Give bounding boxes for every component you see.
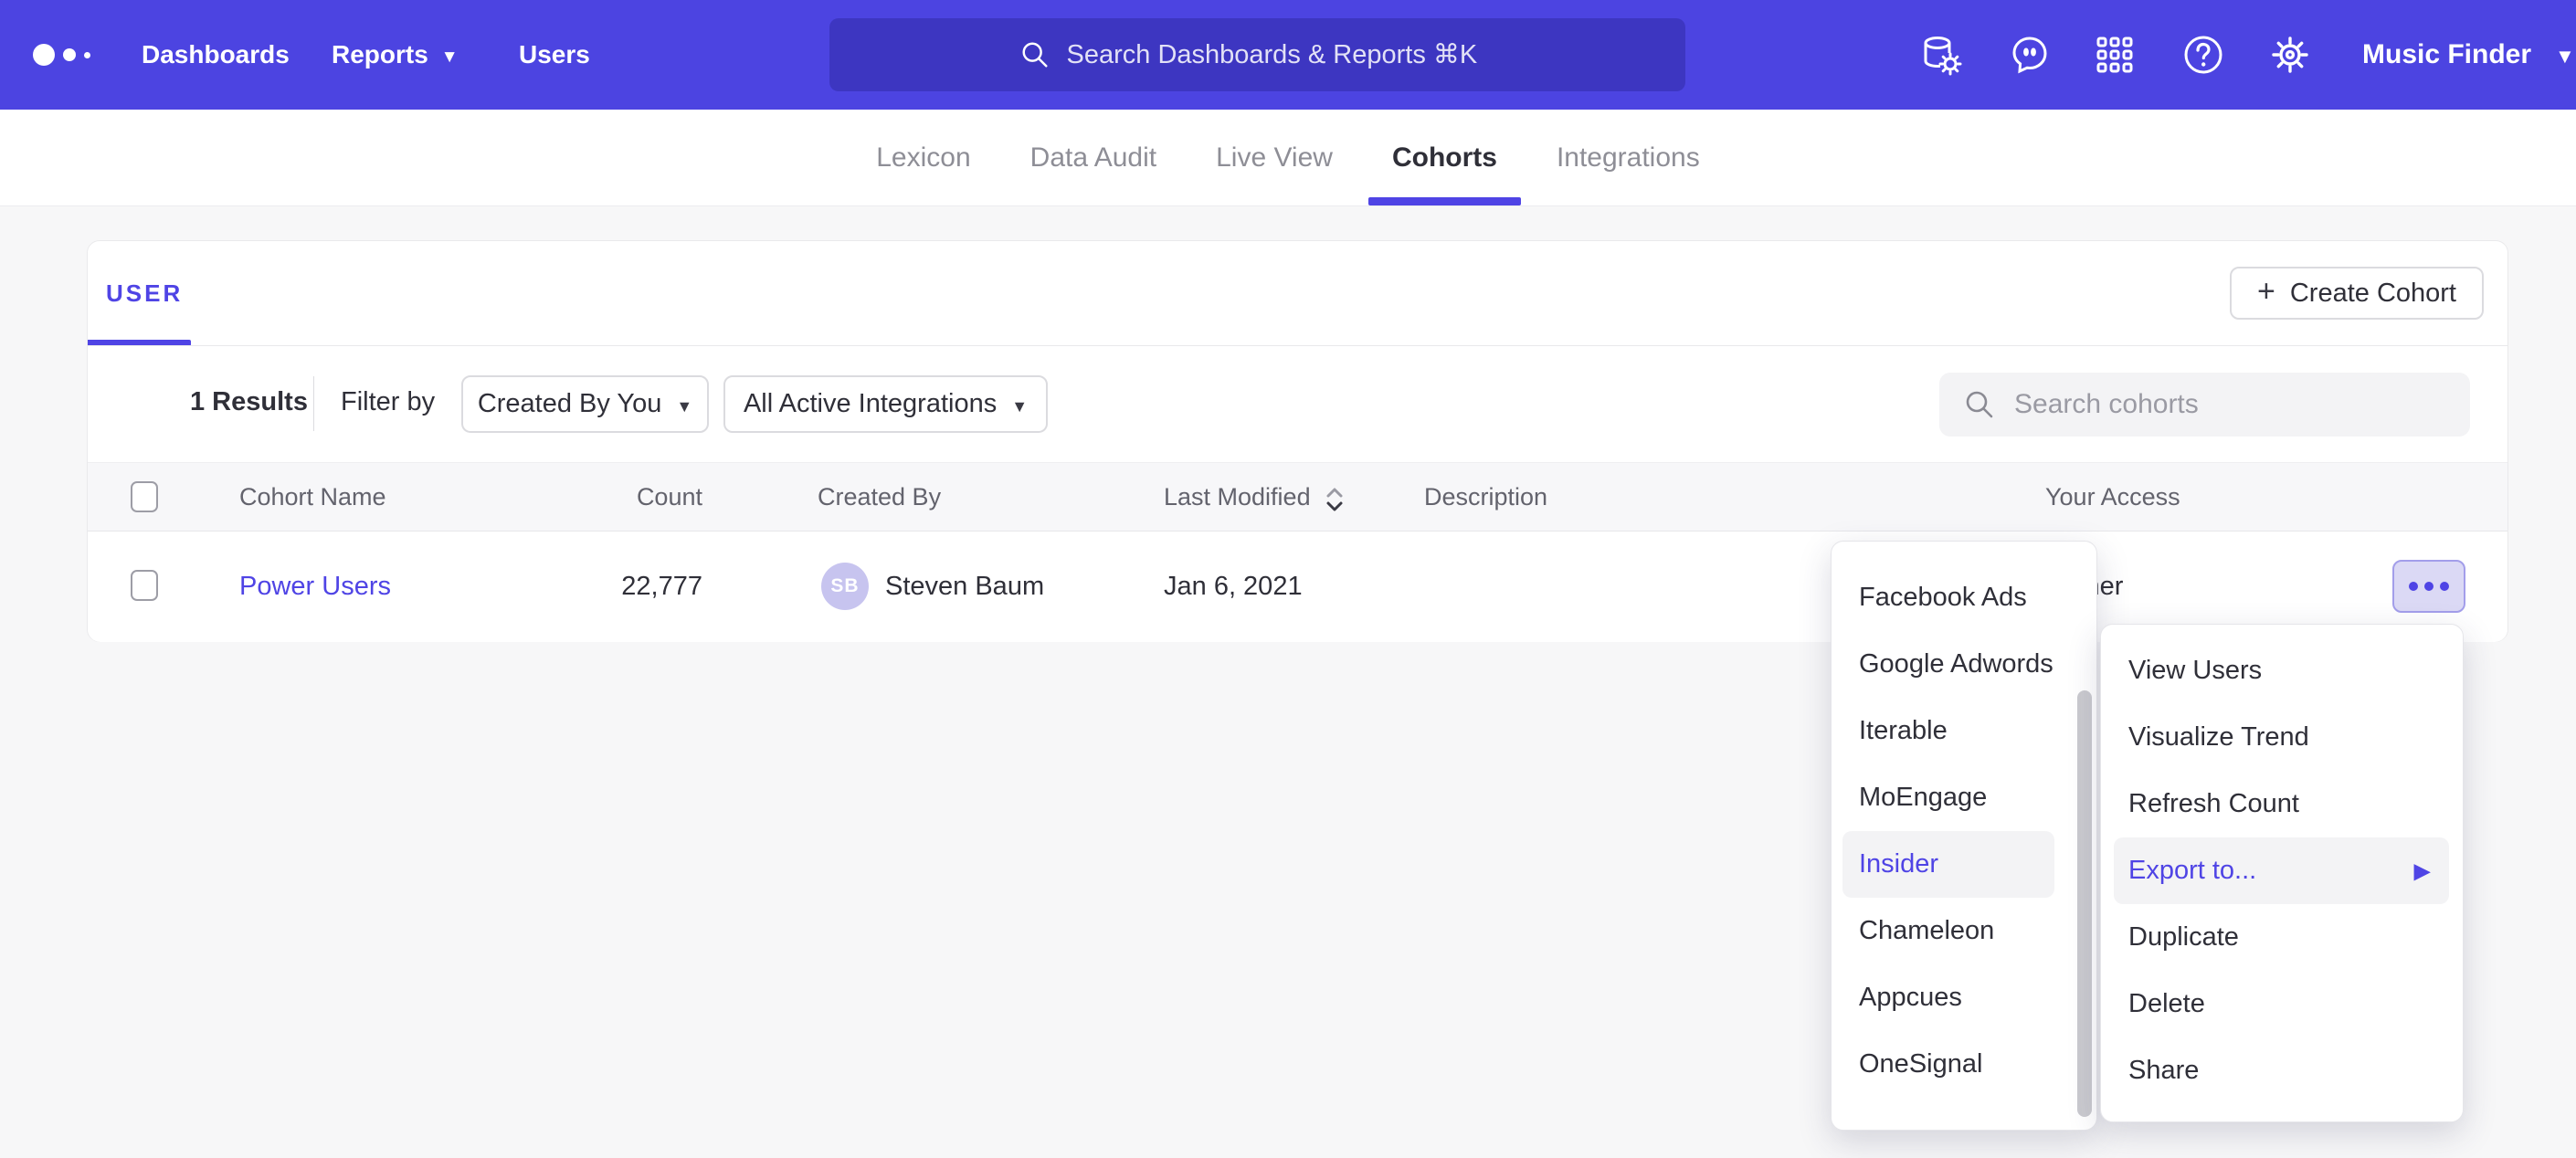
global-search-input[interactable] [1067,40,1496,70]
menu-item-chameleon[interactable]: Chameleon [1832,898,2096,964]
menu-item-view-users[interactable]: View Users [2101,637,2463,704]
top-navigation: Dashboards Reports ▼ Users [0,0,2576,110]
menu-item-appcues[interactable]: Appcues [1832,964,2096,1031]
caret-down-icon: ▼ [676,398,692,415]
filter-by-label: Filter by [341,387,435,417]
select-all-checkbox[interactable] [131,481,158,512]
menu-item-duplicate[interactable]: Duplicate [2101,904,2463,971]
column-created-by: Created By [818,483,941,511]
dot-icon [2409,582,2418,591]
global-search-bar[interactable] [829,18,1685,91]
divider [313,376,314,431]
search-icon [1019,39,1050,70]
tab-user-cohorts[interactable]: USER [106,241,183,345]
menu-item-facebook-ads[interactable]: Facebook Ads [1832,564,2096,631]
cohorts-panel: USER + Create Cohort 1 Results Filter by… [87,240,2508,642]
tab-lexicon[interactable]: Lexicon [852,110,994,205]
column-count: Count [637,483,702,511]
row-checkbox[interactable] [131,570,158,601]
sort-icon[interactable] [1323,485,1346,519]
export-destinations-submenu: Braze Facebook Ads Google Adwords Iterab… [1831,541,2097,1131]
feedback-icon[interactable] [2008,33,2052,77]
menu-item-refresh-count[interactable]: Refresh Count [2101,771,2463,837]
filter-created-by-dropdown[interactable]: Created By You ▼ [461,375,709,433]
caret-down-icon: ▼ [1011,398,1028,415]
menu-item-iterable[interactable]: Iterable [1832,698,2096,764]
cohort-count: 22,777 [621,572,702,602]
results-count: 1 Results [190,387,308,417]
active-tab-underline [1368,197,1521,205]
cohort-search-input[interactable] [2014,389,2453,420]
mixpanel-logo-icon[interactable] [33,0,90,110]
row-more-actions-button[interactable] [2392,560,2465,613]
caret-down-icon: ▼ [2555,47,2575,67]
column-description: Description [1424,483,1547,511]
submenu-scrollbar[interactable] [2077,690,2092,1117]
menu-item-export-to[interactable]: Export to... ▶ [2114,837,2449,904]
submenu-arrow-icon: ▶ [2414,858,2431,884]
menu-item-onesignal[interactable]: OneSignal [1832,1031,2096,1098]
search-icon [1963,388,1996,421]
column-your-access: Your Access [2045,483,2180,511]
section-tabs: Lexicon Data Audit Live View Cohorts Int… [0,110,2576,206]
avatar: SB [821,563,869,610]
column-cohort-name: Cohort Name [239,483,386,511]
menu-item-delete[interactable]: Delete [2101,971,2463,1037]
plus-icon: + [2257,276,2275,307]
nav-item-dashboards[interactable]: Dashboards [142,0,290,110]
table-header: Cohort Name Count Created By Last Modifi… [88,462,2507,532]
caret-down-icon: ▼ [441,48,459,66]
settings-gear-icon[interactable] [2268,33,2312,77]
nav-item-users[interactable]: Users [519,0,590,110]
menu-item-share[interactable]: Share [2101,1037,2463,1104]
menu-item-braze[interactable]: Braze [1832,541,2096,564]
project-switcher[interactable]: Music Finder ▼ [2362,0,2575,110]
create-cohort-button[interactable]: + Create Cohort [2230,267,2484,320]
last-modified-date: Jan 6, 2021 [1164,572,1303,602]
menu-item-moengage[interactable]: MoEngage [1832,764,2096,831]
cohort-search-bar[interactable] [1939,373,2470,437]
tab-cohorts[interactable]: Cohorts [1368,110,1521,205]
nav-item-reports[interactable]: Reports ▼ [332,0,459,110]
filter-integrations-dropdown[interactable]: All Active Integrations ▼ [723,375,1048,433]
tab-live-view[interactable]: Live View [1192,110,1357,205]
cohort-actions-menu: View Users Visualize Trend Refresh Count… [2100,624,2464,1122]
dot-icon [2440,582,2449,591]
data-settings-icon[interactable] [1918,33,1962,77]
tab-integrations[interactable]: Integrations [1533,110,1724,205]
menu-item-insider[interactable]: Insider [1842,831,2054,898]
cohort-name-link[interactable]: Power Users [239,572,391,602]
created-by-name: Steven Baum [885,572,1044,602]
menu-item-visualize-trend[interactable]: Visualize Trend [2101,704,2463,771]
apps-grid-icon[interactable] [2093,33,2137,77]
help-icon[interactable] [2181,33,2225,77]
column-last-modified[interactable]: Last Modified [1164,483,1311,511]
dot-icon [2424,582,2433,591]
menu-item-google-adwords[interactable]: Google Adwords [1832,631,2096,698]
tab-data-audit[interactable]: Data Audit [1007,110,1180,205]
divider [88,345,2507,346]
